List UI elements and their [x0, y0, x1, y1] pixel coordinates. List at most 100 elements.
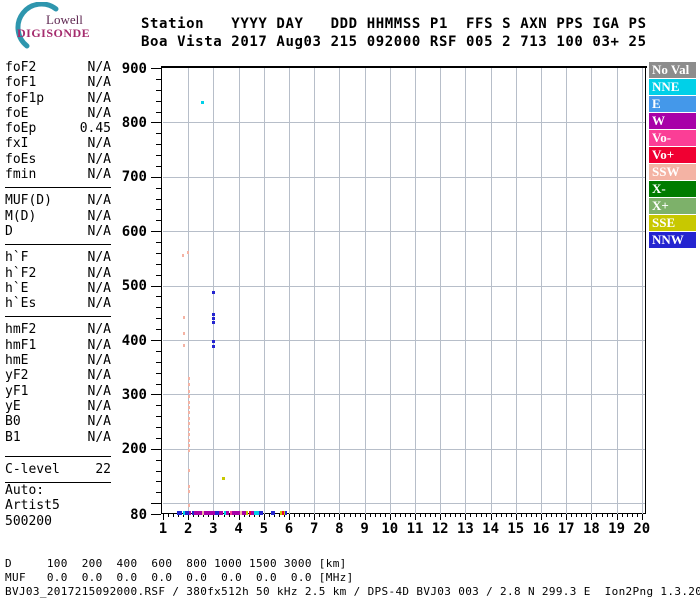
x-tick	[546, 514, 547, 517]
data-point-ssw	[188, 401, 190, 404]
x-tick	[501, 514, 502, 517]
x-tick	[602, 514, 603, 517]
x-tick	[420, 514, 421, 517]
y-tick-label: 80	[103, 507, 147, 523]
gridline-v	[390, 68, 391, 514]
y-tick	[156, 373, 161, 374]
muf-row: MUF 0.0 0.0 0.0 0.0 0.0 0.0 0.0 0.0 [MHz…	[5, 571, 354, 584]
legend-item-x+: X+	[649, 198, 696, 214]
data-point-nnw	[212, 340, 215, 343]
gridline-h	[163, 394, 645, 395]
gridline-v	[188, 68, 189, 514]
data-point-nne	[201, 101, 204, 104]
y-tick	[156, 351, 161, 352]
plot-frame-right	[645, 66, 646, 514]
y-tick-label: 400	[103, 333, 147, 349]
echo-band-segment-w	[204, 511, 215, 515]
x-tick	[329, 514, 330, 517]
echo-band-segment-nnw	[215, 511, 219, 515]
x-tick-label: 20	[627, 521, 657, 537]
echo-band-segment-w	[194, 511, 202, 515]
data-point-ssw	[188, 490, 190, 493]
data-point-ssw	[188, 411, 190, 414]
x-tick	[415, 514, 416, 520]
gridline-v	[239, 68, 240, 514]
echo-band-segment-w	[219, 511, 223, 515]
y-tick-label: 900	[103, 61, 147, 77]
y-tick	[156, 438, 161, 439]
x-tick	[350, 514, 351, 517]
y-tick	[151, 503, 161, 504]
y-tick	[151, 231, 161, 232]
gridline-v	[541, 68, 542, 514]
y-tick	[151, 68, 161, 69]
data-point-ssw	[188, 428, 190, 431]
y-tick	[156, 209, 161, 210]
y-tick	[156, 220, 161, 221]
y-tick-label: 500	[103, 278, 147, 294]
x-tick	[536, 514, 537, 517]
x-tick	[596, 514, 597, 517]
gridline-v	[314, 68, 315, 514]
y-tick	[156, 492, 161, 493]
x-tick	[430, 514, 431, 517]
gridline-v	[365, 68, 366, 514]
data-point-ssw	[188, 433, 190, 436]
x-tick	[576, 514, 577, 517]
direction-legend: No ValNNEEWVo-Vo+SSWX-X+SSENNW	[649, 62, 697, 249]
echo-band-segment-nnw	[285, 511, 287, 515]
x-tick	[531, 514, 532, 517]
x-tick	[496, 514, 497, 517]
gridline-v	[591, 68, 592, 514]
data-point-ssw	[188, 422, 190, 425]
x-tick	[637, 514, 638, 517]
x-tick	[566, 514, 567, 520]
x-tick	[627, 514, 628, 517]
x-tick	[385, 514, 386, 517]
y-tick-label: 700	[103, 169, 147, 185]
x-tick	[506, 514, 507, 517]
gridline-h	[163, 449, 645, 450]
x-tick	[410, 514, 411, 517]
y-tick	[151, 340, 161, 341]
data-point-nnw	[212, 321, 215, 324]
x-tick	[405, 514, 406, 517]
x-tick	[455, 514, 456, 517]
x-tick	[289, 514, 290, 520]
x-tick	[365, 514, 366, 520]
gridline-v	[642, 68, 643, 514]
legend-item-nne: NNE	[649, 79, 696, 95]
y-tick	[156, 481, 161, 482]
x-tick	[511, 514, 512, 517]
gridline-v	[516, 68, 517, 514]
data-point-nnw	[212, 317, 215, 320]
x-tick	[556, 514, 557, 517]
x-tick	[440, 514, 441, 520]
gridline-v	[264, 68, 265, 514]
x-tick	[516, 514, 517, 520]
ionogram-viewer: Lowell DIGISONDE Station YYYY DAY DDD HH…	[0, 0, 700, 600]
x-tick	[304, 514, 305, 517]
data-point-ssw	[183, 344, 185, 347]
data-point-ssw	[188, 444, 190, 447]
d-distance-row: D 100 200 400 600 800 1000 1500 3000 [km…	[5, 557, 347, 570]
gridline-v	[465, 68, 466, 514]
x-tick	[460, 514, 461, 517]
y-tick	[156, 427, 161, 428]
y-tick	[156, 188, 161, 189]
legend-item-noval: No Val	[649, 62, 696, 78]
legend-item-sse: SSE	[649, 215, 696, 231]
echo-band-segment-nnw	[259, 511, 263, 515]
gridline-v	[491, 68, 492, 514]
y-tick	[151, 394, 161, 395]
x-tick	[355, 514, 356, 517]
gridline-h	[163, 177, 645, 178]
gridline-h	[163, 122, 645, 123]
x-tick	[476, 514, 477, 517]
gridline-v	[566, 68, 567, 514]
data-point-ssw	[188, 395, 190, 398]
y-tick	[156, 362, 161, 363]
gridline-h	[163, 231, 645, 232]
x-tick	[561, 514, 562, 517]
x-tick	[632, 514, 633, 517]
